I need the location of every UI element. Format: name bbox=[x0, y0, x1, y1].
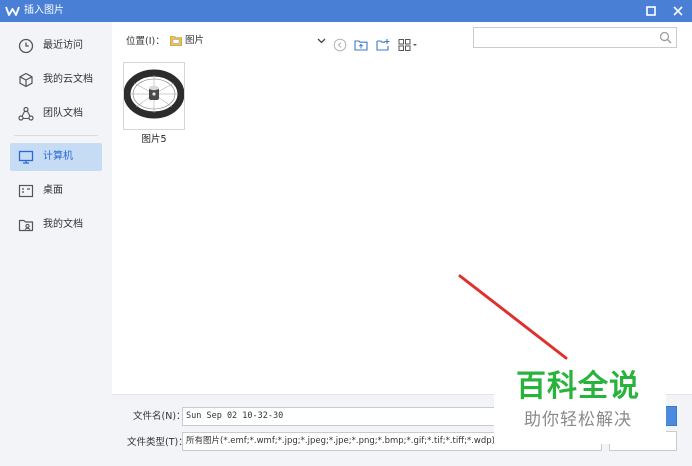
sidebar: 最近访问 我的云文档 团队文档 计算机 桌面 我的文档 bbox=[0, 22, 112, 466]
close-icon[interactable] bbox=[670, 3, 686, 19]
filetype-label: 文件类型(T)： bbox=[127, 437, 188, 448]
back-icon[interactable] bbox=[333, 38, 347, 52]
location-label: 位置(I)： bbox=[126, 36, 165, 47]
team-icon bbox=[18, 106, 34, 121]
cube-icon bbox=[19, 72, 33, 88]
new-folder-icon[interactable] bbox=[376, 38, 390, 52]
location-dropdown[interactable]: 图片 bbox=[167, 32, 329, 50]
filename-label: 文件名(N)： bbox=[133, 411, 186, 422]
file-thumbnail bbox=[123, 62, 185, 130]
title-bar: 插入图片 bbox=[0, 0, 692, 22]
up-folder-icon[interactable] bbox=[354, 38, 368, 52]
sidebar-item-desktop[interactable]: 桌面 bbox=[10, 177, 102, 205]
sidebar-item-recent[interactable]: 最近访问 bbox=[10, 32, 102, 60]
sidebar-item-label: 最近访问 bbox=[43, 40, 83, 51]
sidebar-item-team-docs[interactable]: 团队文档 bbox=[10, 100, 102, 128]
folder-icon bbox=[170, 36, 182, 46]
file-name: 图片5 bbox=[141, 134, 167, 145]
wps-logo-icon bbox=[5, 6, 20, 16]
sidebar-item-label: 我的云文档 bbox=[43, 74, 93, 85]
maximize-icon[interactable] bbox=[643, 3, 659, 19]
sidebar-item-cloud-docs[interactable]: 我的云文档 bbox=[10, 66, 102, 94]
search-input[interactable] bbox=[473, 27, 677, 48]
chevron-down-icon bbox=[317, 38, 326, 44]
watermark-title: 百科全说 bbox=[516, 369, 640, 404]
tire-image-icon bbox=[123, 69, 185, 119]
view-mode-icon[interactable] bbox=[398, 38, 418, 52]
file-item[interactable]: 图片5 bbox=[123, 62, 185, 154]
sidebar-item-label: 桌面 bbox=[43, 185, 63, 196]
watermark-subtitle: 助你轻松解决 bbox=[524, 410, 632, 430]
documents-icon bbox=[18, 219, 34, 232]
window-title: 插入图片 bbox=[24, 5, 64, 16]
sidebar-item-label: 我的文档 bbox=[43, 219, 83, 230]
filetype-value: 所有图片(*.emf;*.wmf;*.jpg;*.jpeg;*.jpe;*.pn… bbox=[186, 436, 495, 446]
clock-icon bbox=[18, 38, 34, 54]
location-value: 图片 bbox=[185, 35, 205, 46]
watermark: 百科全说 助你轻松解决 bbox=[494, 364, 666, 444]
sidebar-divider bbox=[14, 135, 98, 136]
sidebar-item-label: 团队文档 bbox=[43, 108, 83, 119]
sidebar-item-label: 计算机 bbox=[43, 151, 73, 162]
sidebar-item-computer[interactable]: 计算机 bbox=[10, 143, 102, 171]
monitor-icon bbox=[18, 150, 34, 164]
search-icon bbox=[659, 31, 672, 44]
sidebar-item-my-documents[interactable]: 我的文档 bbox=[10, 211, 102, 239]
annotation-arrow-icon bbox=[458, 274, 568, 360]
desktop-icon bbox=[18, 184, 34, 198]
